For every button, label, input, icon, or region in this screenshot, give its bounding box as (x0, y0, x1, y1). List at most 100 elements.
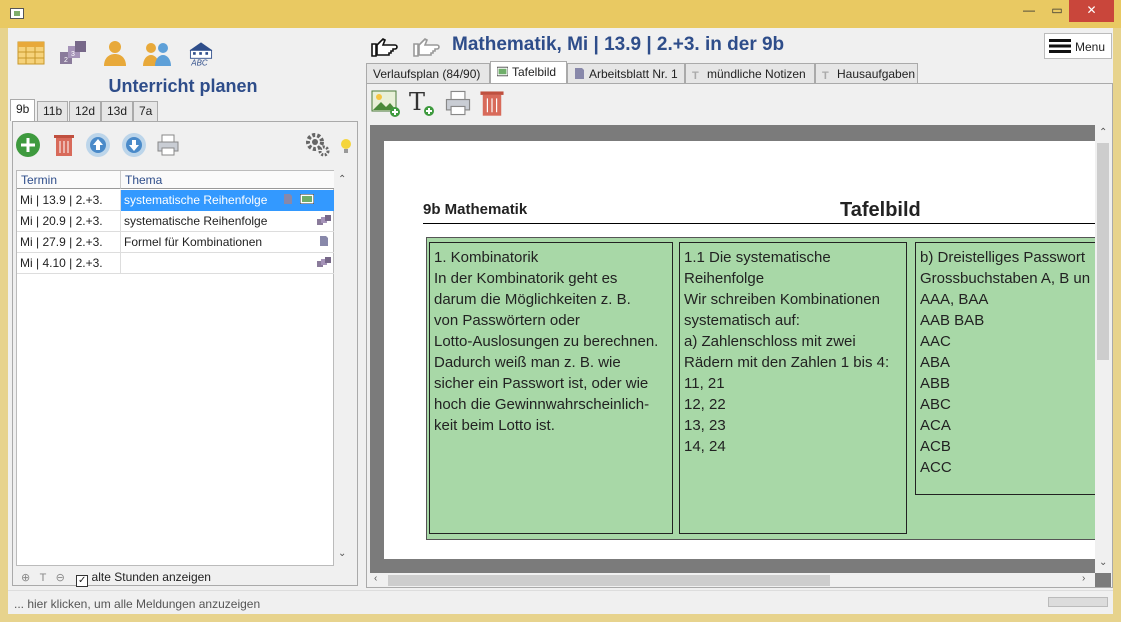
menu-button[interactable]: Menu (1044, 33, 1112, 59)
settings-gears-icon[interactable] (305, 132, 331, 158)
table-row[interactable]: Mi | 4.10 | 2.+3. (17, 253, 335, 274)
app-icon (10, 8, 24, 19)
scroll-down-icon[interactable]: ⌄ (1099, 557, 1107, 568)
person-icon[interactable] (100, 38, 130, 68)
zoom-out-icon[interactable]: ⊖ (56, 572, 65, 584)
scroll-up-icon[interactable]: ⌃ (338, 174, 346, 185)
delete-icon[interactable] (51, 132, 77, 158)
lesson-title: Mathematik, Mi | 13.9 | 2.+3. in der 9b (452, 34, 785, 55)
scroll-right-icon[interactable]: › (1082, 573, 1085, 584)
board-icon (497, 66, 508, 77)
maximize-button[interactable]: ▭ (1043, 0, 1071, 22)
table-row[interactable]: Mi | 13.9 | 2.+3. systematische Reihenfo… (17, 190, 335, 211)
close-button[interactable]: ✕ (1069, 0, 1114, 22)
board-text-box[interactable]: 1. Kombinatorik In der Kombinatorik geht… (429, 242, 673, 534)
calendar-table-icon[interactable] (16, 38, 46, 68)
class-tab-7a[interactable]: 7a (133, 101, 159, 121)
class-tab-11b[interactable]: 11b (37, 101, 69, 121)
print-icon[interactable] (155, 132, 181, 158)
column-header-thema[interactable]: Thema (121, 171, 335, 189)
lightbulb-icon[interactable] (339, 132, 353, 158)
tab-label: Arbeitsblatt Nr. 1 (589, 67, 678, 81)
scroll-left-icon[interactable]: ‹ (374, 573, 377, 584)
tab-verlaufsplan[interactable]: Verlaufsplan (84/90) (366, 63, 490, 83)
stack-boxes-icon[interactable]: 23 (58, 38, 88, 68)
progress-bar (1048, 597, 1108, 607)
document-title: Tafelbild (840, 199, 921, 221)
list-footer: ⊕ T ⊖ ✓ alte Stunden anzeigen (21, 570, 211, 588)
scroll-down-icon[interactable]: ⌄ (338, 548, 346, 559)
insert-image-icon[interactable] (371, 88, 401, 118)
tab-label: Hausaufgaben (837, 67, 916, 81)
delete-icon[interactable] (477, 88, 507, 118)
lesson-list-panel: Termin Thema Mi | 13.9 | 2.+3. systemati… (12, 121, 358, 588)
app-client-area: 23 ABC Unterricht planen 9b 11b 12d 13d (8, 28, 1113, 614)
tab-label: Verlaufsplan (84/90) (373, 67, 481, 81)
print-icon[interactable] (443, 88, 473, 118)
class-tab-13d[interactable]: 13d (101, 101, 134, 121)
scrollbar-thumb[interactable] (388, 575, 830, 586)
lesson-table: Termin Thema Mi | 13.9 | 2.+3. systemati… (16, 170, 335, 566)
show-old-label: alte Stunden anzeigen (91, 570, 211, 584)
board-text-box[interactable]: b) Dreistelliges Passwort Grossbuchstabe… (915, 242, 1096, 495)
scroll-up-icon[interactable]: ⌃ (1099, 127, 1107, 138)
class-tab-9b[interactable]: 9b (10, 99, 36, 121)
hamburger-icon (1049, 39, 1071, 53)
text-icon: T (822, 70, 829, 82)
heading-rule (423, 223, 1096, 224)
termin-cell: Mi | 13.9 | 2.+3. (17, 190, 121, 211)
panel-title: Unterricht planen (108, 76, 258, 96)
text-icon: T (692, 70, 699, 82)
hand-pointing-right-icon[interactable] (412, 36, 442, 58)
school-abc-icon[interactable]: ABC (186, 38, 216, 68)
status-bar[interactable]: ... hier klicken, um alle Meldungen anzu… (8, 590, 1113, 614)
tab-hausaufgaben[interactable]: T Hausaufgaben (815, 63, 918, 83)
board-text-box[interactable]: 1.1 Die systematische Reihenfolge Wir sc… (679, 242, 907, 534)
svg-text:T: T (409, 88, 425, 116)
document-icon (284, 194, 292, 204)
stack-boxes-icon (317, 215, 331, 225)
thema-cell: Formel für Kombinationen (121, 232, 335, 253)
board-icon (300, 194, 314, 204)
document-horizontal-scrollbar[interactable]: ‹ › (370, 573, 1095, 587)
tafelbild-page: 9b Mathematik Tafelbild 1. Kombinatorik … (384, 141, 1096, 559)
tab-muendliche-notizen[interactable]: Tmündliche Notizen (685, 63, 815, 83)
minimize-button[interactable]: — (1015, 0, 1043, 22)
scrollbar-thumb[interactable] (1097, 143, 1109, 360)
tab-label: mündliche Notizen (707, 67, 806, 81)
tab-label: Tafelbild (512, 65, 557, 79)
board-area[interactable]: 1. Kombinatorik In der Kombinatorik geht… (426, 237, 1096, 540)
tab-arbeitsblatt[interactable]: Arbeitsblatt Nr. 1 (567, 63, 685, 83)
termin-cell: Mi | 27.9 | 2.+3. (17, 232, 121, 253)
class-tab-12d[interactable]: 12d (69, 101, 102, 121)
menu-label: Menu (1075, 40, 1106, 54)
document-viewport[interactable]: 9b Mathematik Tafelbild 1. Kombinatorik … (370, 125, 1111, 587)
insert-text-icon[interactable]: T (407, 88, 437, 118)
add-icon[interactable] (15, 132, 41, 158)
tafelbild-editor: T 9b Mathematik Tafelbild 1. Kombinatori… (366, 83, 1113, 588)
document-heading: 9b Mathematik (423, 201, 528, 218)
group-icon[interactable] (142, 38, 172, 68)
column-header-termin[interactable]: Termin (17, 171, 121, 189)
left-panel: 23 ABC Unterricht planen 9b 11b 12d 13d (8, 28, 358, 588)
show-old-checkbox[interactable]: ✓ (76, 575, 89, 587)
move-down-icon[interactable] (121, 132, 147, 158)
termin-cell: Mi | 20.9 | 2.+3. (17, 211, 121, 232)
zoom-in-icon[interactable]: ⊕ (21, 572, 30, 584)
document-icon (575, 68, 584, 79)
move-up-icon[interactable] (85, 132, 111, 158)
termin-cell: Mi | 4.10 | 2.+3. (17, 253, 121, 274)
status-message[interactable]: ... hier klicken, um alle Meldungen anzu… (14, 597, 260, 611)
thema-cell: systematische Reihenfolge (121, 211, 335, 232)
thema-cell (121, 253, 335, 274)
document-vertical-scrollbar[interactable]: ⌃ ⌄ (1095, 125, 1111, 573)
table-row[interactable]: Mi | 27.9 | 2.+3. Formel für Kombination… (17, 232, 335, 253)
tab-tafelbild[interactable]: Tafelbild (490, 61, 567, 83)
text-icon[interactable]: T (40, 572, 47, 584)
lesson-table-scrollbar[interactable]: ⌃ ⌄ (334, 170, 350, 566)
svg-text:ABC: ABC (190, 58, 208, 67)
table-row[interactable]: Mi | 20.9 | 2.+3. systematische Reihenfo… (17, 211, 335, 232)
hand-pointing-right-icon[interactable] (370, 36, 400, 58)
svg-text:3: 3 (71, 51, 75, 58)
document-icon (320, 236, 328, 246)
